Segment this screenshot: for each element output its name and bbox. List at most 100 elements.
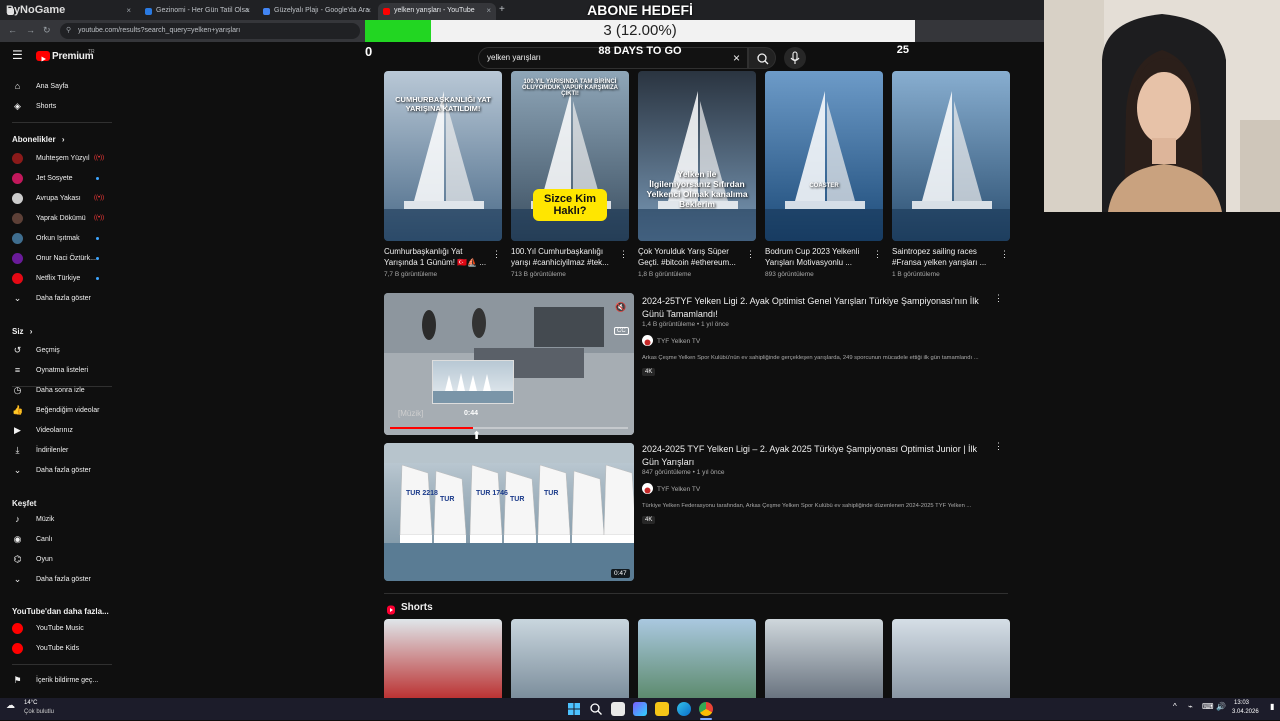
captions-icon[interactable]: CC: [614, 327, 629, 335]
short-title[interactable]: Çok Yorulduk Yarış Süper Geçti. #bitcoin…: [638, 246, 742, 268]
sidebar-item[interactable]: ⌬ Oyun: [0, 551, 115, 569]
boat-hull: [400, 535, 432, 543]
you-label: Siz: [12, 327, 24, 336]
copilot-icon[interactable]: [633, 702, 647, 716]
short-thumbnail[interactable]: [638, 619, 756, 698]
sidebar-item[interactable]: 👍 Beğendiğim videolar: [0, 402, 115, 420]
short-thumbnail[interactable]: [384, 619, 502, 698]
more-options-icon[interactable]: ⋮: [873, 249, 882, 260]
file-explorer-icon[interactable]: [655, 702, 669, 716]
sidebar-item[interactable]: Yaprak Dökümü ((•)): [0, 210, 115, 228]
short-title[interactable]: 100.Yıl Cumhurbaşkanlığı yarışı #canhici…: [511, 246, 615, 268]
start-icon[interactable]: [567, 702, 581, 716]
chrome-icon[interactable]: [699, 702, 713, 716]
sidebar-item[interactable]: Netflix Türkiye: [0, 270, 115, 288]
site-info-icon[interactable]: ⚲: [66, 26, 71, 34]
tray-chevron-icon[interactable]: ^: [1173, 702, 1177, 711]
sidebar-item[interactable]: ⤓ İndirilenler: [0, 442, 115, 460]
more-options-icon[interactable]: ⋮: [746, 249, 755, 260]
weather-icon[interactable]: ☁: [6, 700, 15, 711]
more-options-icon[interactable]: ⋮: [492, 249, 501, 260]
sidebar-item-home[interactable]: ⌂ Ana Sayfa: [0, 78, 115, 96]
youtube-logo-icon[interactable]: [36, 51, 50, 62]
sidebar-item[interactable]: YouTube Kids: [0, 640, 115, 658]
video-title[interactable]: 2024-2025 TYF Yelken Ligi – 2. Ayak 2025…: [642, 443, 987, 469]
tab-bynogame[interactable]: ByNoGame ×: [2, 3, 136, 20]
preview-progress-track[interactable]: [390, 427, 628, 429]
task-view-icon[interactable]: [611, 702, 625, 716]
taskbar-search-icon[interactable]: [589, 702, 603, 716]
video-title[interactable]: 2024-25TYF Yelken Ligi 2. Ayak Optimist …: [642, 295, 987, 321]
short-thumbnail[interactable]: [892, 619, 1010, 698]
close-tab-icon[interactable]: ×: [126, 6, 131, 15]
sidebar-item[interactable]: ↺ Geçmiş: [0, 342, 115, 360]
edge-icon[interactable]: [677, 702, 691, 716]
mute-icon[interactable]: 🔇: [615, 302, 626, 313]
tab-gezinomi[interactable]: Gezinomi - Her Gün Tatil Olsa ×: [140, 3, 255, 20]
windows-taskbar: ☁ 14°C Çok bulutlu ^ ⌁ ⌨ 🔊 13:03 3.04.20…: [0, 698, 1280, 720]
notifications-icon[interactable]: ▮: [1270, 702, 1274, 711]
clock-time[interactable]: 13:03: [1234, 700, 1249, 706]
short-title[interactable]: Cumhurbaşkanlığı Yat Yarışında 1 Günüm! …: [384, 246, 488, 268]
sidebar-item[interactable]: ≡ Oynatma listeleri: [0, 362, 115, 380]
short-thumbnail[interactable]: [765, 619, 883, 698]
more-options-icon[interactable]: ⋮: [619, 249, 628, 260]
channel-name[interactable]: TYF Yelken TV: [657, 486, 700, 493]
short-thumbnail[interactable]: CUMHURBAŞKANLIĞI YAT YARIŞINA KATILDIM!: [384, 71, 502, 241]
sidebar-item[interactable]: Onur Naci Öztürk...: [0, 250, 115, 268]
sidebar-item[interactable]: YouTube Music: [0, 620, 115, 638]
video-thumbnail[interactable]: TUR 2218 TUR TUR 1746 TUR TUR 0:47: [384, 443, 634, 581]
channel-name[interactable]: TYF Yelken TV: [657, 338, 700, 345]
channel-avatar[interactable]: [642, 483, 653, 494]
clock-date[interactable]: 3.04.2026: [1232, 709, 1259, 715]
sidebar-item-label: Orkun Işıtmak: [36, 235, 80, 242]
short-title[interactable]: Bodrum Cup 2023 Yelkenli Yarışları Motiv…: [765, 246, 869, 268]
short-thumbnail[interactable]: Yelken ile İlgileniyorsanız Sıfırdan Yel…: [638, 71, 756, 241]
optimist-sailboats-image: TUR 2218TURTUR 1746TURTUR: [384, 443, 634, 581]
sidebar-item-label: İçerik bildirme geç...: [36, 677, 99, 684]
goal-progress-bar: 3 (12.00%): [365, 20, 915, 42]
more-options-icon[interactable]: ⋮: [994, 293, 1003, 304]
sidebar-item[interactable]: ⌄ Daha fazla göster: [0, 571, 115, 589]
more-from-youtube-heading: YouTube'dan daha fazla...: [12, 607, 109, 616]
tray-app-icon[interactable]: ⌁: [1188, 702, 1193, 711]
channel-avatar[interactable]: [642, 335, 653, 346]
close-tab-icon[interactable]: ×: [245, 6, 250, 15]
sidebar-item[interactable]: ♪ Müzik: [0, 511, 115, 529]
sidebar-item[interactable]: ⌄ Daha fazla göster: [0, 462, 115, 480]
tab-label: ByNoGame: [6, 4, 66, 16]
sidebar-item[interactable]: ⌄ Daha fazla göster: [0, 290, 115, 308]
short-thumbnail[interactable]: [511, 619, 629, 698]
back-icon[interactable]: ←: [8, 25, 17, 35]
optimist-sail: [469, 464, 503, 536]
more-options-icon[interactable]: ⋮: [994, 441, 1003, 452]
you-heading[interactable]: Siz ›: [12, 327, 32, 336]
sidebar-item[interactable]: Muhteşem Yüzyıl ((•)): [0, 150, 115, 168]
sidebar-item[interactable]: Orkun Işıtmak: [0, 230, 115, 248]
subscriptions-heading[interactable]: Abonelikler ›: [12, 135, 64, 144]
address-bar[interactable]: ⚲ youtube.com/results?search_query=yelke…: [60, 23, 360, 39]
menu-icon[interactable]: ☰: [12, 48, 23, 62]
more-options-icon[interactable]: ⋮: [1000, 249, 1009, 260]
sail-number-label: TUR: [440, 496, 454, 503]
short-thumbnail[interactable]: COASTER: [765, 71, 883, 241]
sidebar-item[interactable]: ◉ Canlı: [0, 531, 115, 549]
volume-icon[interactable]: 🔊: [1216, 702, 1226, 711]
channel-avatar: [12, 273, 23, 284]
short-thumbnail[interactable]: [892, 71, 1010, 241]
sidebar-item[interactable]: Jet Sosyete: [0, 170, 115, 188]
sidebar-item[interactable]: Avrupa Yakası ((•)): [0, 190, 115, 208]
sidebar-item[interactable]: ◷ Daha sonra izle: [0, 382, 115, 400]
reload-icon[interactable]: ↻: [43, 25, 51, 36]
sidebar-item[interactable]: ▶ Videolarınız: [0, 422, 115, 440]
short-title[interactable]: Saintropez sailing races #Fransa yelken …: [892, 246, 996, 268]
tab-google[interactable]: Güzelyalı Plajı - Google'da Ara ×: [258, 3, 376, 20]
sidebar-item-label: Onur Naci Öztürk...: [36, 255, 96, 262]
sidebar-item-shorts[interactable]: ◈ Shorts: [0, 98, 115, 116]
short-thumbnail[interactable]: 100.YIL YARIŞINDA TAM BİRİNCİ OLUYORDUK …: [511, 71, 629, 241]
video-thumbnail-preview[interactable]: 0:44 [Müzik] 🔇 CC: [384, 293, 634, 435]
live-icon: ((•)): [94, 215, 105, 221]
sidebar-item-report-history[interactable]: ⚑ İçerik bildirme geç...: [0, 672, 115, 690]
language-icon[interactable]: ⌨: [1202, 702, 1214, 711]
forward-icon[interactable]: →: [26, 25, 35, 35]
